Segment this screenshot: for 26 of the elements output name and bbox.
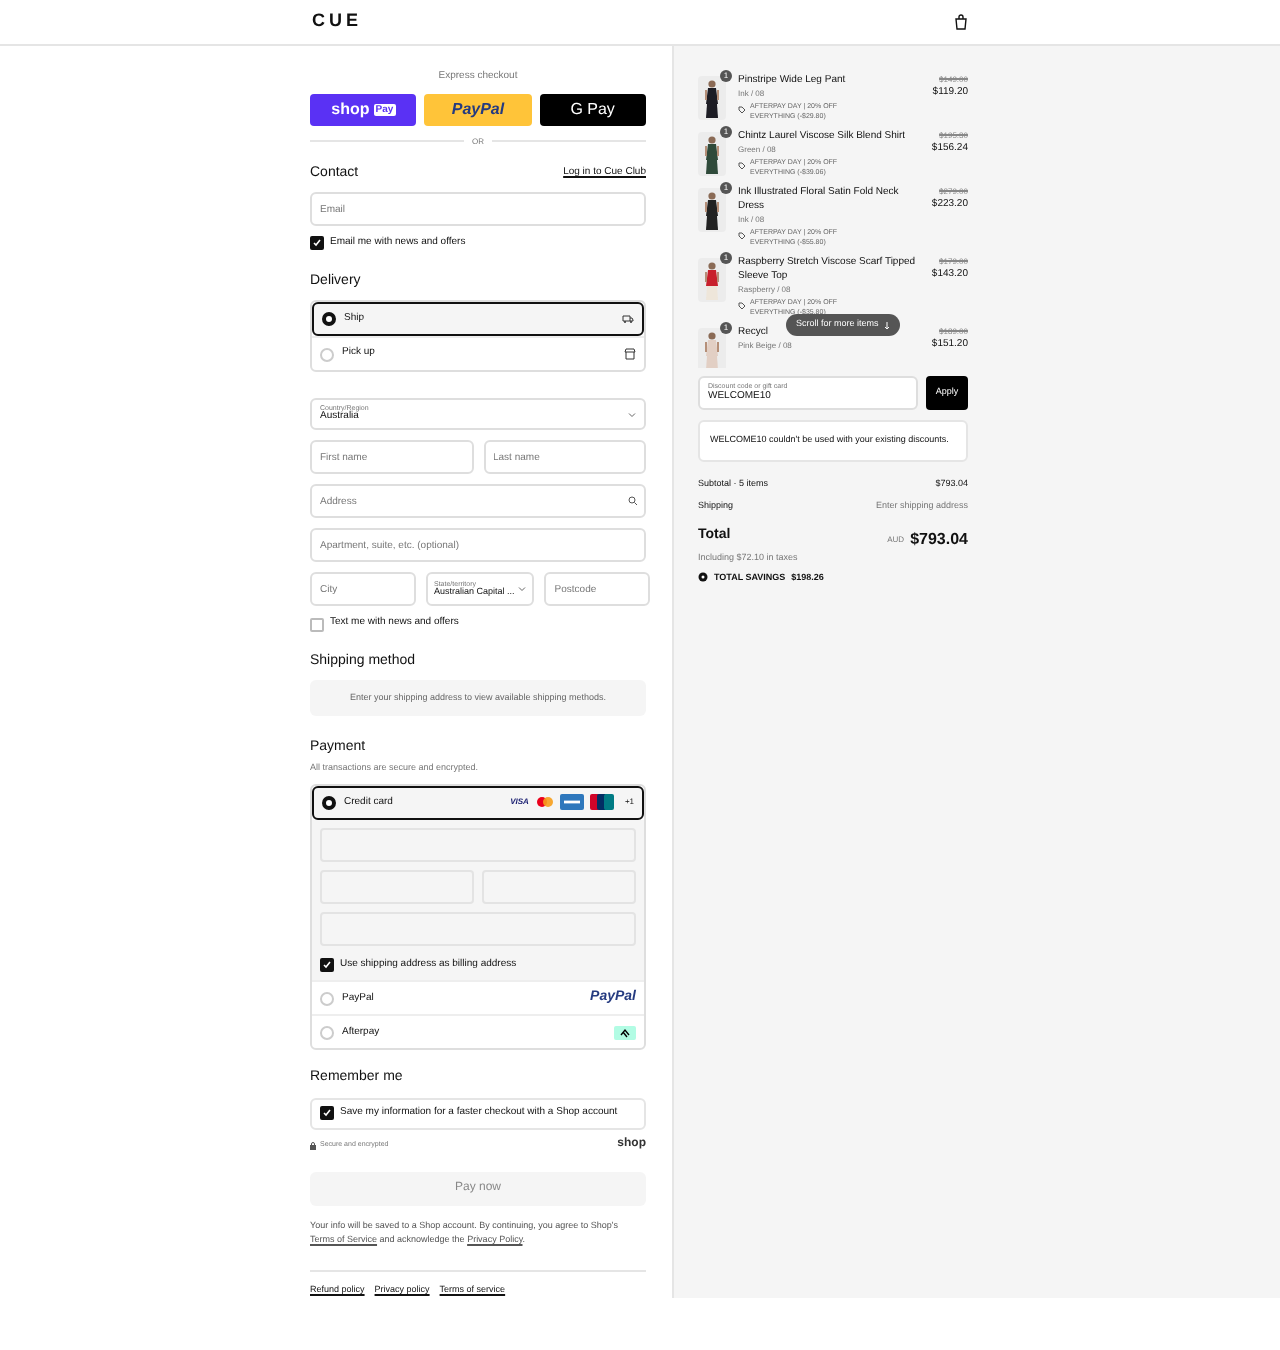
unionpay-logo <box>590 794 615 811</box>
checkbox[interactable] <box>320 1106 334 1121</box>
tag-icon <box>738 232 746 240</box>
chevron-down-icon <box>628 411 636 418</box>
google-pay-button[interactable]: G Pay <box>539 93 646 125</box>
tag-icon <box>738 162 746 170</box>
radio-button[interactable] <box>322 312 336 326</box>
chevron-down-icon <box>518 586 527 593</box>
logo[interactable]: CUE <box>312 8 363 36</box>
mastercard-logo <box>536 796 555 809</box>
lock-icon <box>310 1141 316 1150</box>
radio-button[interactable] <box>322 795 336 810</box>
checkbox[interactable] <box>310 617 324 632</box>
tag-icon <box>738 302 746 310</box>
store-icon <box>624 348 636 360</box>
total-value: $793.04 <box>910 531 968 548</box>
arrow-down-icon <box>884 321 891 329</box>
checkbox[interactable] <box>310 236 324 251</box>
truck-icon <box>622 314 634 324</box>
savings-tag-icon <box>698 572 708 583</box>
amex-logo <box>560 794 585 811</box>
tag-icon <box>738 106 746 114</box>
shopping-bag-icon[interactable] <box>954 14 968 30</box>
search-icon <box>628 496 638 507</box>
afterpay-logo <box>614 1025 636 1040</box>
paypal-button[interactable]: PayPal <box>424 93 532 125</box>
